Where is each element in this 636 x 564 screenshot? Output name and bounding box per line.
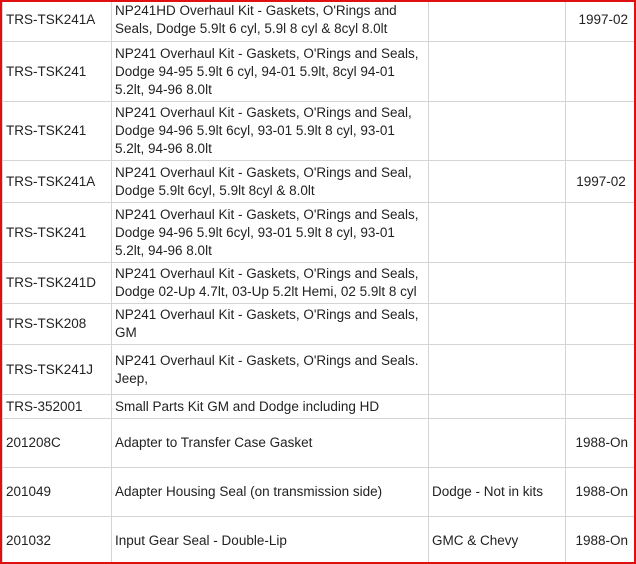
year-cell: 1988-On [565, 418, 634, 468]
description-cell: NP241 Overhaul Kit - Gaskets, O'Rings an… [111, 41, 429, 102]
year-cell [565, 394, 634, 419]
year-cell [565, 101, 634, 161]
application-cell [428, 202, 566, 263]
application-cell [428, 303, 566, 345]
parts-table: TRS-TSK241A NP241HD Overhaul Kit - Gaske… [2, 2, 634, 562]
application-cell [428, 160, 566, 203]
year-cell [565, 262, 634, 304]
year-cell [565, 303, 634, 345]
part-number-cell: TRS-TSK208 [2, 303, 112, 345]
application-cell [428, 394, 566, 419]
year-cell: 1997-02 [565, 160, 634, 203]
description-cell: NP241 Overhaul Kit - Gaskets, O'Rings an… [111, 344, 429, 395]
part-number-cell: TRS-TSK241 [2, 202, 112, 263]
table-row: TRS-352001 Small Parts Kit GM and Dodge … [2, 394, 634, 419]
description-cell: Adapter Housing Seal (on transmission si… [111, 467, 429, 517]
table-row: TRS-TSK241 NP241 Overhaul Kit - Gaskets,… [2, 101, 634, 161]
part-number-cell: TRS-TSK241J [2, 344, 112, 395]
table-row: TRS-TSK241 NP241 Overhaul Kit - Gaskets,… [2, 41, 634, 102]
description-cell: NP241 Overhaul Kit - Gaskets, O'Rings an… [111, 101, 429, 161]
part-number-cell: TRS-TSK241 [2, 41, 112, 102]
description-cell: NP241 Overhaul Kit - Gaskets, O'Rings an… [111, 160, 429, 203]
part-number-cell: TRS-TSK241A [2, 2, 112, 42]
parts-table-frame: TRS-TSK241A NP241HD Overhaul Kit - Gaske… [0, 0, 636, 564]
table-row: TRS-TSK241A NP241HD Overhaul Kit - Gaske… [2, 2, 634, 42]
table-row: 201049 Adapter Housing Seal (on transmis… [2, 467, 634, 517]
year-cell [565, 202, 634, 263]
description-cell: NP241 Overhaul Kit - Gaskets, O'Rings an… [111, 303, 429, 345]
part-number-cell: TRS-TSK241D [2, 262, 112, 304]
description-cell: Small Parts Kit GM and Dodge including H… [111, 394, 429, 419]
table-row: 201032 Input Gear Seal - Double-Lip GMC … [2, 516, 634, 562]
description-cell: NP241HD Overhaul Kit - Gaskets, O'Rings … [111, 2, 429, 42]
part-number-cell: TRS-TSK241A [2, 160, 112, 203]
year-cell: 1997-02 [565, 2, 634, 42]
application-cell [428, 344, 566, 395]
application-cell [428, 262, 566, 304]
description-cell: NP241 Overhaul Kit - Gaskets, O'Rings an… [111, 202, 429, 263]
application-cell [428, 2, 566, 42]
table-row: TRS-TSK208 NP241 Overhaul Kit - Gaskets,… [2, 303, 634, 345]
part-number-cell: TRS-TSK241 [2, 101, 112, 161]
application-cell [428, 418, 566, 468]
application-cell: Dodge - Not in kits [428, 467, 566, 517]
part-number-cell: 201049 [2, 467, 112, 517]
table-row: TRS-TSK241 NP241 Overhaul Kit - Gaskets,… [2, 202, 634, 263]
description-cell: NP241 Overhaul Kit - Gaskets, O'Rings an… [111, 262, 429, 304]
year-cell: 1988-On [565, 516, 634, 562]
application-cell [428, 41, 566, 102]
application-cell [428, 101, 566, 161]
year-cell [565, 344, 634, 395]
part-number-cell: TRS-352001 [2, 394, 112, 419]
table-row: 201208C Adapter to Transfer Case Gasket … [2, 418, 634, 468]
table-row: TRS-TSK241A NP241 Overhaul Kit - Gaskets… [2, 160, 634, 203]
application-cell: GMC & Chevy [428, 516, 566, 562]
year-cell [565, 41, 634, 102]
description-cell: Adapter to Transfer Case Gasket [111, 418, 429, 468]
year-cell: 1988-On [565, 467, 634, 517]
description-cell: Input Gear Seal - Double-Lip [111, 516, 429, 562]
part-number-cell: 201032 [2, 516, 112, 562]
part-number-cell: 201208C [2, 418, 112, 468]
table-row: TRS-TSK241D NP241 Overhaul Kit - Gaskets… [2, 262, 634, 304]
table-row: TRS-TSK241J NP241 Overhaul Kit - Gaskets… [2, 344, 634, 395]
